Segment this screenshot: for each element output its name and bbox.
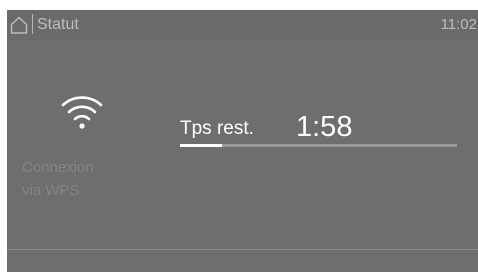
status-bar: Statut 11:02 [7,10,478,40]
display-screen [7,10,478,272]
wps-label-line1: Connexion [22,159,94,176]
remaining-time-value: 1:58 [296,111,353,143]
progress-bar [180,144,457,147]
home-icon[interactable] [10,16,28,34]
wifi-icon[interactable] [60,93,104,129]
clock: 11:02 [440,16,477,33]
status-separator [32,14,33,34]
bottom-divider [7,249,478,250]
status-title: Statut [37,16,79,33]
progress-bar-fill [180,144,222,147]
wps-label-line2: via WPS [22,182,80,199]
wps-connection-label[interactable]: Connexion via WPS [22,156,132,202]
remaining-time-label: Tps rest. [180,118,254,139]
